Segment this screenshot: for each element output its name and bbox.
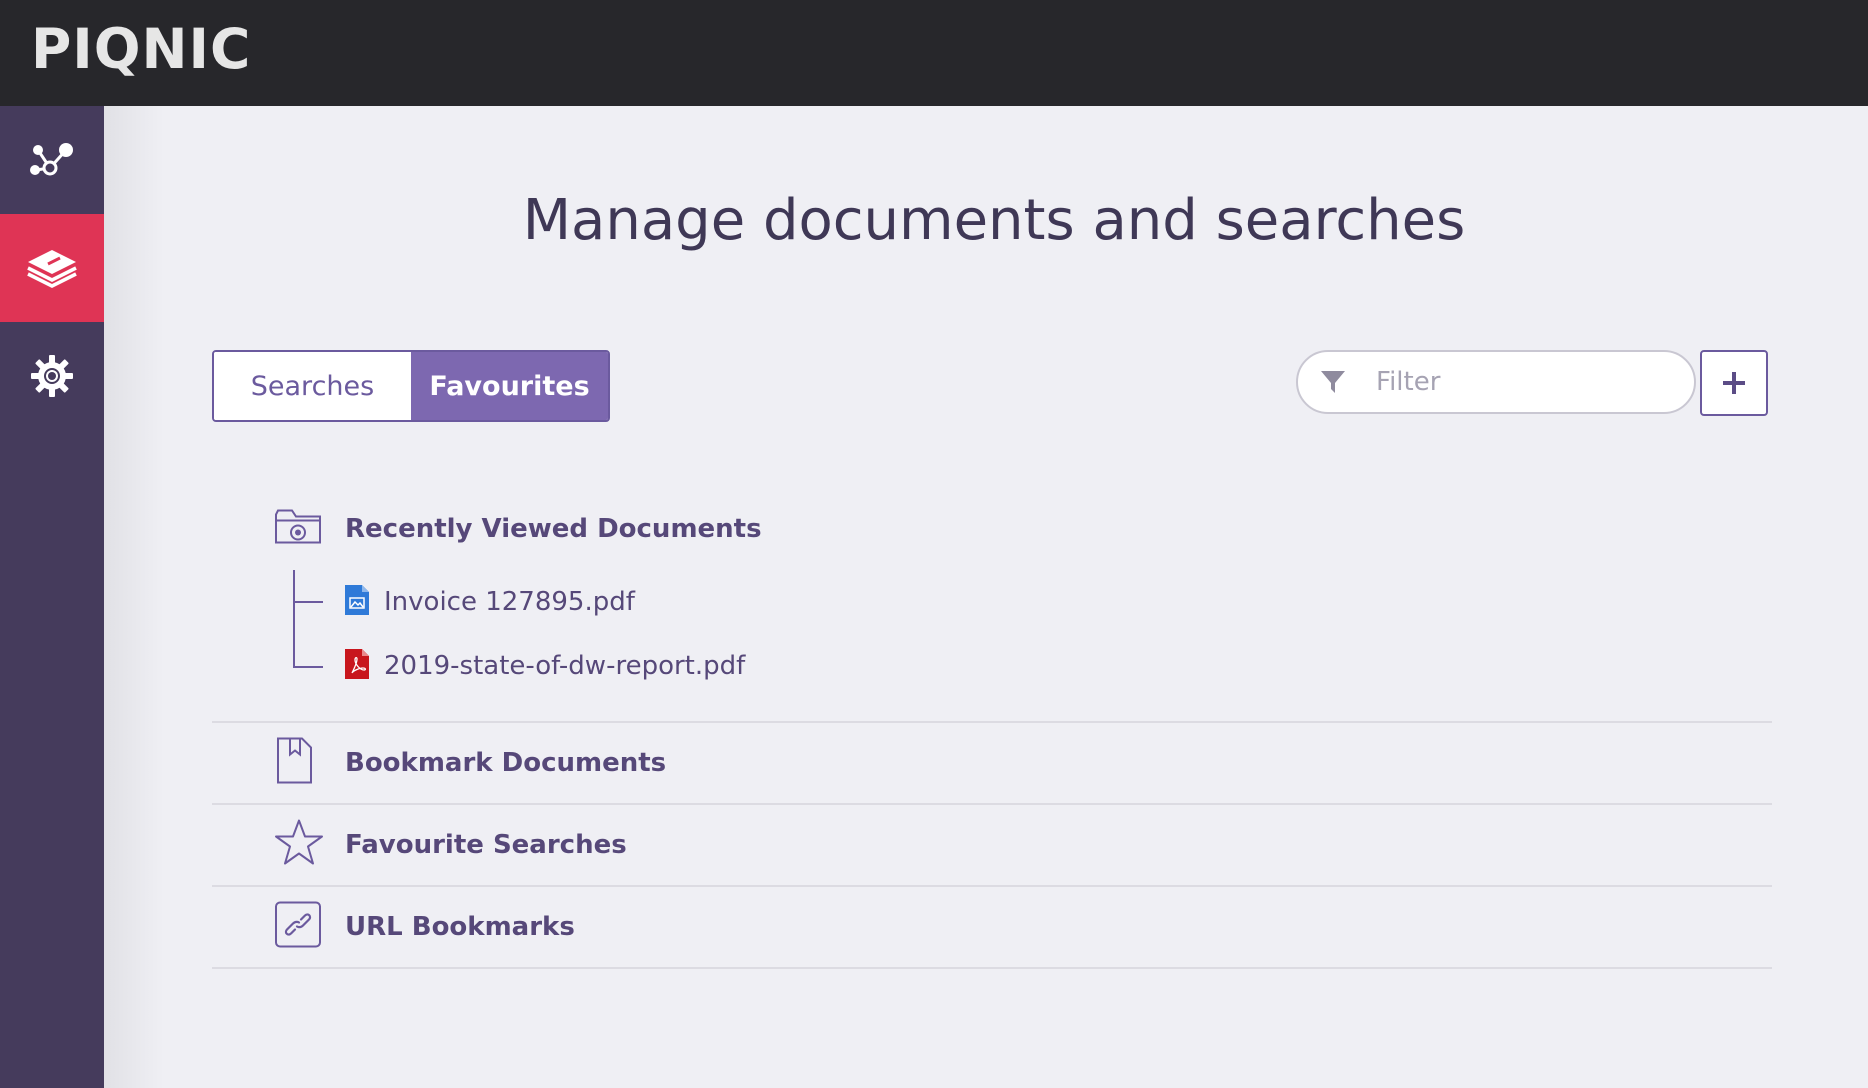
filter-input[interactable] xyxy=(1376,367,1676,397)
section-label: URL Bookmarks xyxy=(345,912,575,942)
view-tabs: Searches Favourites xyxy=(212,350,610,422)
section-label: Bookmark Documents xyxy=(345,748,667,778)
section-url-bookmarks[interactable]: URL Bookmarks xyxy=(212,886,1772,968)
bookmark-document-icon xyxy=(274,737,314,790)
section-label: Favourite Searches xyxy=(345,830,627,860)
section-bookmark-documents[interactable]: Bookmark Documents xyxy=(212,722,1772,804)
tab-favourites[interactable]: Favourites xyxy=(411,352,608,420)
document-label: Invoice 127895.pdf xyxy=(384,587,635,617)
tree-line xyxy=(293,570,295,668)
top-bar: PIQNIC xyxy=(0,0,1868,106)
pdf-file-icon xyxy=(344,648,370,685)
filter-icon xyxy=(1321,371,1345,393)
section-label: Recently Viewed Documents xyxy=(345,514,762,544)
folder-clock-icon xyxy=(274,507,322,552)
sidebar-item-documents[interactable] xyxy=(0,214,104,322)
image-file-icon xyxy=(344,584,370,621)
section-recently-viewed[interactable]: Recently Viewed Documents xyxy=(212,488,1772,570)
filter-box xyxy=(1296,350,1696,414)
document-item-invoice[interactable]: Invoice 127895.pdf xyxy=(344,578,635,626)
plus-icon xyxy=(1723,372,1745,394)
document-label: 2019-state-of-dw-report.pdf xyxy=(384,651,746,681)
add-button[interactable] xyxy=(1700,350,1768,416)
page-title: Manage documents and searches xyxy=(522,188,1466,253)
sidebar-item-graph[interactable] xyxy=(0,106,104,214)
sidebar xyxy=(0,106,104,1088)
section-favourite-searches[interactable]: Favourite Searches xyxy=(212,804,1772,886)
tree-branch xyxy=(293,666,323,668)
tree-branch xyxy=(293,601,323,603)
star-icon xyxy=(274,819,324,872)
app-logo[interactable]: PIQNIC xyxy=(31,17,251,81)
sidebar-shadow xyxy=(104,106,164,1088)
divider xyxy=(212,967,1772,969)
nodes-icon xyxy=(30,143,73,176)
sidebar-item-settings[interactable] xyxy=(0,322,104,430)
layers-icon xyxy=(27,250,77,288)
gear-icon xyxy=(31,355,73,397)
tab-searches[interactable]: Searches xyxy=(214,352,411,420)
link-icon xyxy=(274,901,322,954)
document-item-report[interactable]: 2019-state-of-dw-report.pdf xyxy=(344,642,745,690)
